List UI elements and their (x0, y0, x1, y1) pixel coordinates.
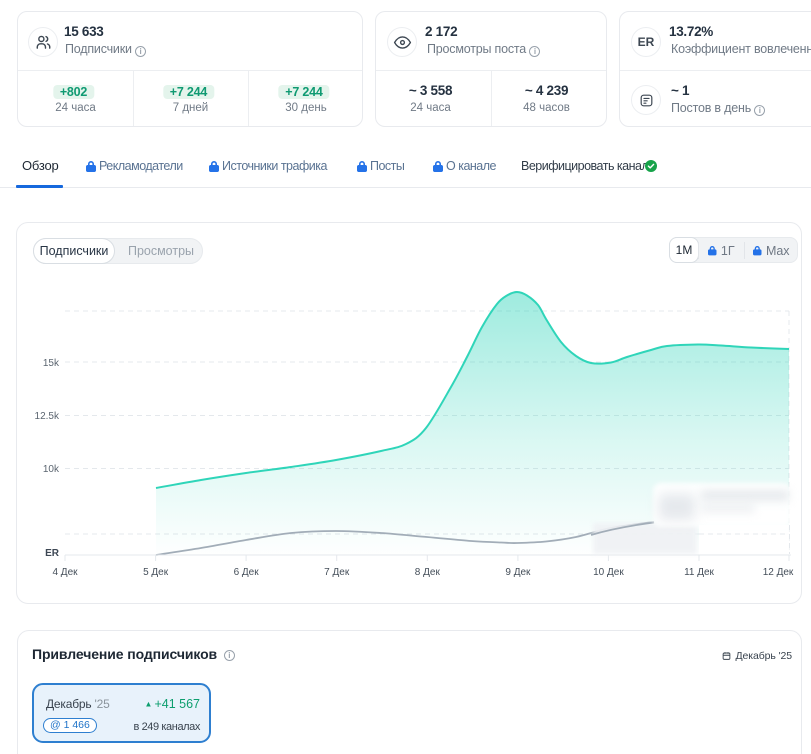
svg-text:12 Дек: 12 Дек (763, 567, 794, 578)
svg-text:9 Дек: 9 Дек (505, 567, 531, 578)
svg-text:4 Дек: 4 Дек (52, 567, 78, 578)
svg-text:15k: 15k (43, 358, 60, 369)
svg-text:ER: ER (45, 548, 60, 559)
svg-text:7 Дек: 7 Дек (324, 567, 350, 578)
svg-text:10 Дек: 10 Дек (593, 567, 624, 578)
svg-text:8 Дек: 8 Дек (415, 567, 441, 578)
svg-text:5 Дек: 5 Дек (143, 567, 169, 578)
svg-text:11 Дек: 11 Дек (684, 567, 714, 578)
svg-text:6 Дек: 6 Дек (234, 567, 260, 578)
svg-text:12.5k: 12.5k (35, 411, 60, 422)
svg-text:10k: 10k (43, 464, 60, 475)
